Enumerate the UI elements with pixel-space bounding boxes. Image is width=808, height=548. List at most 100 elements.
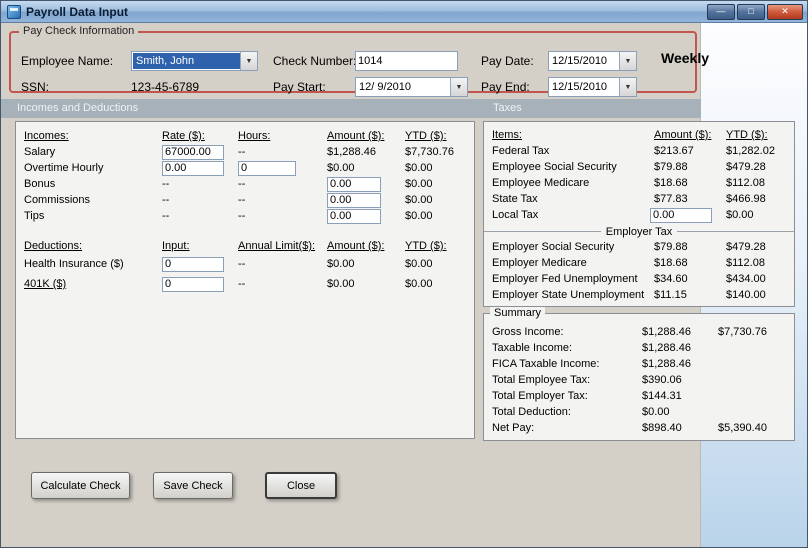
pay-end-label: Pay End: <box>481 80 530 94</box>
pay-end-dropdown-button[interactable]: ▼ <box>619 78 636 96</box>
tax-amount: $79.88 <box>654 241 688 253</box>
tax-label: State Tax <box>492 193 538 205</box>
summary-label: Taxable Income: <box>492 342 573 354</box>
dropdown-arrow-icon: ▼ <box>245 57 253 65</box>
calculate-check-button[interactable]: Calculate Check <box>31 472 130 499</box>
window-title: Payroll Data Input <box>26 4 129 19</box>
section-band: Incomes and Deductions Taxes <box>1 99 701 118</box>
income-rate: -- <box>162 194 170 206</box>
paycheck-info-group: Pay Check Information Employee Name: Smi… <box>9 25 709 97</box>
pay-start-label: Pay Start: <box>273 80 326 94</box>
overtime-rate-input[interactable] <box>162 160 224 176</box>
tax-ytd: $112.08 <box>726 257 765 269</box>
bonus-amount-input[interactable] <box>327 176 381 192</box>
deduction-label: Health Insurance ($) <box>24 258 124 270</box>
employee-name-label: Employee Name: <box>21 54 114 68</box>
pay-start-dropdown-button[interactable]: ▼ <box>450 78 467 96</box>
incomes-header-row: Incomes: Rate ($): Hours: Amount ($): YT… <box>16 128 474 144</box>
summary-row-taxable: Taxable Income: $1,288.46 <box>484 340 794 356</box>
summary-group-label: Summary <box>490 307 546 319</box>
pay-start-picker[interactable]: 12/ 9/2010 ▼ <box>355 77 468 97</box>
summary-ytd: $7,730.76 <box>718 326 767 338</box>
tax-ytd: $434.00 <box>726 273 766 285</box>
deduction-ytd: $0.00 <box>405 278 433 290</box>
minimize-button[interactable]: — <box>707 3 735 20</box>
summary-row-deduction: Total Deduction: $0.00 <box>484 404 794 420</box>
tax-amount: $11.15 <box>654 289 687 301</box>
tax-amount: $79.88 <box>654 161 688 173</box>
income-amount: $0.00 <box>327 162 355 174</box>
title-bar[interactable]: Payroll Data Input — □ ✕ <box>1 1 807 23</box>
tax-row-state: State Tax $77.83 $466.98 <box>484 191 794 207</box>
income-row-tips: Tips -- -- $0.00 <box>16 208 474 224</box>
tips-amount-input[interactable] <box>327 208 381 224</box>
dropdown-arrow-icon: ▼ <box>624 57 632 65</box>
summary-label: Total Deduction: <box>492 406 571 418</box>
income-label: Overtime Hourly <box>24 162 104 174</box>
deduction-amount: $0.00 <box>327 278 355 290</box>
incomes-deductions-section-label: Incomes and Deductions <box>17 102 139 114</box>
summary-label: Total Employee Tax: <box>492 374 591 386</box>
summary-label: Net Pay: <box>492 422 535 434</box>
pay-date-picker[interactable]: 12/15/2010 ▼ <box>548 51 637 71</box>
amount-col-header: Amount ($): <box>327 130 385 142</box>
salary-rate-input[interactable] <box>162 144 224 160</box>
ytd-col-header: YTD ($): <box>405 240 447 252</box>
income-row-salary: Salary -- $1,288.46 $7,730.76 <box>16 144 474 160</box>
check-number-input[interactable] <box>355 51 458 71</box>
tax-row-employee-medicare: Employee Medicare $18.68 $112.08 <box>484 175 794 191</box>
income-label: Salary <box>24 146 56 158</box>
summary-row-fica: FICA Taxable Income: $1,288.46 <box>484 356 794 372</box>
save-check-button[interactable]: Save Check <box>153 472 233 499</box>
summary-row-gross: Gross Income: $1,288.46 $7,730.76 <box>484 324 794 340</box>
income-hours: -- <box>238 210 246 222</box>
close-button[interactable]: ✕ <box>767 3 803 20</box>
summary-value: $1,288.46 <box>642 342 691 354</box>
employee-name-value: Smith, John <box>133 53 240 69</box>
ssn-value: 123-45-6789 <box>131 80 200 94</box>
incomes-col-header: Incomes: <box>24 130 69 142</box>
separator-line <box>484 231 601 232</box>
tax-label: Local Tax <box>492 209 539 221</box>
health-insurance-input[interactable] <box>162 256 224 272</box>
income-row-commissions: Commissions -- -- $0.00 <box>16 192 474 208</box>
taxes-header-row: Items: Amount ($): YTD ($): <box>484 127 794 143</box>
deduction-row-401k: 401K ($) -- $0.00 $0.00 <box>16 274 474 294</box>
tax-ytd: $140.00 <box>726 289 766 301</box>
income-row-bonus: Bonus -- -- $0.00 <box>16 176 474 192</box>
pay-date-dropdown-button[interactable]: ▼ <box>619 52 636 70</box>
separator-line <box>677 231 794 232</box>
pay-date-value: 12/15/2010 <box>552 55 608 67</box>
employee-name-combobox[interactable]: Smith, John ▼ <box>131 51 258 71</box>
income-label: Commissions <box>24 194 91 206</box>
tax-label: Employee Social Security <box>492 161 617 173</box>
income-row-overtime: Overtime Hourly $0.00 $0.00 <box>16 160 474 176</box>
employee-dropdown-button[interactable]: ▼ <box>240 52 257 70</box>
summary-panel: Summary Gross Income: $1,288.46 $7,730.7… <box>483 307 795 441</box>
summary-label: FICA Taxable Income: <box>492 358 600 370</box>
pay-frequency-label: Weekly <box>661 50 709 66</box>
local-tax-input[interactable] <box>650 207 712 223</box>
summary-label: Total Employer Tax: <box>492 390 588 402</box>
items-col-header: Items: <box>492 129 522 141</box>
tax-amount: $213.67 <box>654 145 694 157</box>
401k-input[interactable] <box>162 276 224 292</box>
income-hours: -- <box>238 146 246 158</box>
pay-end-picker[interactable]: 12/15/2010 ▼ <box>548 77 637 97</box>
summary-row-net-pay: Net Pay: $898.40 $5,390.40 <box>484 420 794 436</box>
pay-end-value: 12/15/2010 <box>552 81 608 93</box>
window-controls: — □ ✕ <box>705 3 803 20</box>
tax-row-employer-medicare: Employer Medicare $18.68 $112.08 <box>484 255 794 271</box>
ytd-col-header: YTD ($): <box>405 130 447 142</box>
payroll-data-input-window: Payroll Data Input — □ ✕ Pay Check Infor… <box>0 0 808 548</box>
income-ytd: $0.00 <box>405 162 433 174</box>
summary-value: $144.31 <box>642 390 682 402</box>
commissions-amount-input[interactable] <box>327 192 381 208</box>
dropdown-arrow-icon: ▼ <box>455 83 463 91</box>
deduction-limit: -- <box>238 278 246 290</box>
input-col-header: Input: <box>162 240 190 252</box>
maximize-button[interactable]: □ <box>737 3 765 20</box>
overtime-hours-input[interactable] <box>238 160 296 176</box>
close-form-button[interactable]: Close <box>265 472 337 499</box>
amount-col-header: Amount ($): <box>654 129 712 141</box>
